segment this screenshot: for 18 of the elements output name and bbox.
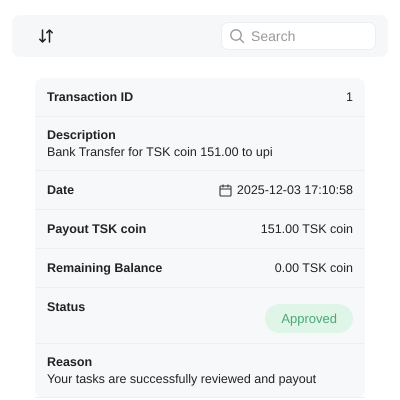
field-label: Payout TSK coin: [47, 222, 146, 236]
field-label: Date: [47, 183, 74, 197]
search-field[interactable]: Search: [221, 22, 376, 50]
search-icon: [229, 28, 245, 44]
field-value: 151.00 TSK coin: [260, 222, 353, 236]
field-label: Reason: [47, 355, 94, 369]
date-value: 2025-12-03 17:10:58: [236, 183, 353, 197]
field-label: Status: [47, 300, 86, 316]
status-badge: Approved: [265, 304, 353, 333]
field-label: Remaining Balance: [47, 261, 162, 275]
field-label: Transaction ID: [47, 90, 134, 104]
field-value: 1: [346, 90, 353, 104]
field-label: Description: [47, 128, 117, 142]
sort-arrows-icon: [38, 28, 54, 44]
field-value: 0.00 TSK coin: [274, 261, 353, 275]
field-value: Your tasks are successfully reviewed and payout: [47, 372, 318, 386]
field-value: Bank Transfer for TSK coin 151.00 to upi: [47, 145, 274, 159]
calendar-icon: [218, 184, 232, 196]
